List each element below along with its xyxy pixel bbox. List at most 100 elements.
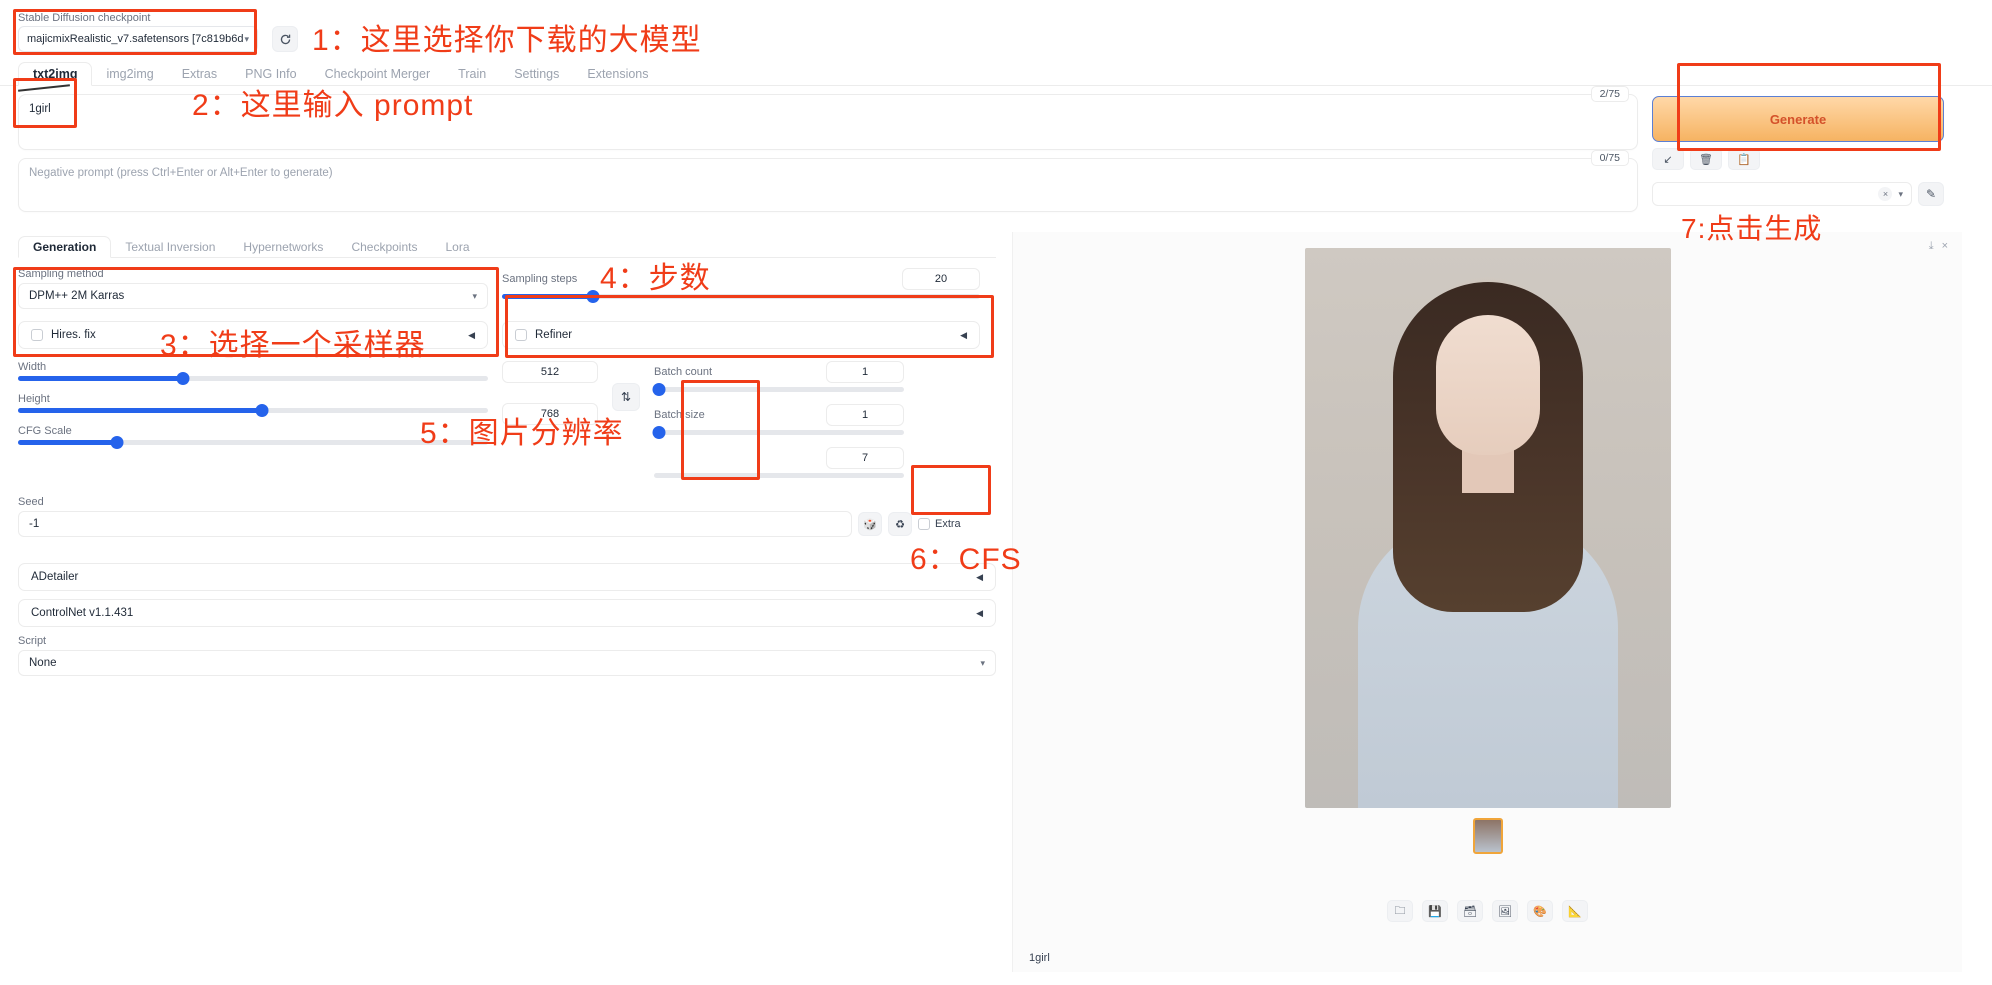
- hires-fix-label: Hires. fix: [51, 329, 96, 341]
- width-number-field[interactable]: 512: [502, 361, 598, 383]
- script-field: Script None ▾: [18, 635, 996, 676]
- sampling-method-dropdown[interactable]: DPM++ 2M Karras ▾: [18, 283, 488, 309]
- save-icon[interactable]: 💾: [1422, 900, 1448, 922]
- collapse-arrow-icon[interactable]: ◀: [468, 330, 475, 341]
- dice-icon[interactable]: 🎲: [858, 512, 882, 536]
- subtab-generation[interactable]: Generation: [18, 236, 111, 258]
- gallery-thumbnail[interactable]: [1473, 818, 1503, 854]
- slider-knob[interactable]: [586, 290, 599, 303]
- tab-png-info[interactable]: PNG Info: [231, 63, 310, 85]
- parameters-panel: Generation Textual Inversion Hypernetwor…: [18, 232, 996, 972]
- slider-knob[interactable]: [110, 436, 123, 449]
- tab-extras[interactable]: Extras: [168, 63, 231, 85]
- collapse-arrow-icon[interactable]: ◀: [976, 608, 983, 619]
- prompt-token-counter: 2/75: [1591, 86, 1629, 102]
- extra-seed-toggle[interactable]: Extra: [918, 518, 961, 530]
- height-slider[interactable]: [18, 408, 488, 413]
- subtab-lora[interactable]: Lora: [431, 237, 483, 257]
- height-value[interactable]: 768: [502, 403, 598, 425]
- negative-prompt-input[interactable]: Negative prompt (press Ctrl+Enter or Alt…: [18, 158, 1638, 212]
- cfg-scale-slider[interactable]: [18, 440, 488, 445]
- batch-count-label: Batch count: [654, 366, 712, 378]
- width-slider[interactable]: [18, 376, 488, 381]
- slider-knob[interactable]: [653, 426, 666, 439]
- adetailer-accordion[interactable]: ADetailer ◀: [18, 563, 996, 591]
- seed-input[interactable]: -1: [18, 511, 852, 537]
- sampling-steps-label: Sampling steps: [502, 273, 577, 285]
- generated-image-wrap: [1025, 240, 1950, 808]
- tab-extensions[interactable]: Extensions: [573, 63, 662, 85]
- recycle-icon[interactable]: ♻: [888, 512, 912, 536]
- batch-count-field: Batch count 1: [654, 361, 904, 392]
- script-dropdown[interactable]: None ▾: [18, 650, 996, 676]
- styles-dropdown[interactable]: × ▾: [1652, 182, 1912, 206]
- send-to-img2img-icon[interactable]: 🖼: [1492, 900, 1518, 922]
- controlnet-accordion[interactable]: ControlNet v1.1.431 ◀: [18, 599, 996, 627]
- checkpoint-selector[interactable]: Stable Diffusion checkpoint majicmixReal…: [18, 12, 258, 52]
- height-number-field[interactable]: 768: [502, 403, 598, 425]
- workspace: Generation Textual Inversion Hypernetwor…: [0, 220, 1992, 972]
- width-value[interactable]: 512: [502, 361, 598, 383]
- chevron-down-icon: ▾: [980, 658, 985, 669]
- sampling-steps-value[interactable]: 20: [902, 268, 980, 290]
- batch-count-value[interactable]: 1: [826, 361, 904, 383]
- generated-image[interactable]: [1305, 248, 1671, 808]
- close-icon[interactable]: ×: [1878, 187, 1892, 201]
- edit-styles-button[interactable]: ✎: [1918, 182, 1944, 206]
- slider-knob[interactable]: [653, 383, 666, 396]
- height-label: Height: [18, 393, 488, 405]
- refiner-accordion[interactable]: Refiner ◀: [502, 321, 980, 349]
- slider-knob[interactable]: [256, 404, 269, 417]
- image-region-face: [1436, 315, 1540, 455]
- cfg-scale-value[interactable]: 7: [826, 447, 904, 469]
- tab-img2img[interactable]: img2img: [92, 63, 167, 85]
- hires-fix-checkbox[interactable]: [31, 329, 43, 341]
- width-label: Width: [18, 361, 488, 373]
- prompt-input[interactable]: 1girl 2/75: [18, 94, 1638, 150]
- swap-dimensions-button[interactable]: ⇅: [612, 383, 640, 411]
- sampling-steps-slider[interactable]: [502, 294, 980, 299]
- adetailer-label: ADetailer: [31, 571, 78, 583]
- collapse-arrow-icon[interactable]: ◀: [976, 572, 983, 583]
- subtab-hypernetworks[interactable]: Hypernetworks: [229, 237, 337, 257]
- gallery-caption: 1girl: [1025, 952, 1950, 964]
- cfg-scale-field: CFG Scale: [18, 425, 488, 445]
- refiner-label: Refiner: [535, 329, 572, 341]
- checkpoint-dropdown[interactable]: majicmixRealistic_v7.safetensors [7c819b…: [18, 26, 258, 52]
- sampling-steps-field: Sampling steps 20: [502, 268, 980, 299]
- folder-icon[interactable]: 🗀: [1387, 900, 1413, 922]
- refiner-checkbox[interactable]: [515, 329, 527, 341]
- seed-section: Seed -1 🎲 ♻ Extra: [18, 496, 996, 537]
- batch-size-value[interactable]: 1: [826, 404, 904, 426]
- stable-diffusion-webui: Stable Diffusion checkpoint majicmixReal…: [0, 0, 1992, 985]
- generate-button[interactable]: Generate: [1652, 96, 1944, 142]
- download-icon[interactable]: ⤓: [1929, 240, 1934, 253]
- tab-settings[interactable]: Settings: [500, 63, 573, 85]
- subtab-textual-inversion[interactable]: Textual Inversion: [111, 237, 229, 257]
- slider-fill: [18, 440, 117, 445]
- extra-checkbox[interactable]: [918, 518, 930, 530]
- batch-count-slider[interactable]: [654, 387, 904, 392]
- zip-icon[interactable]: 🗃: [1457, 900, 1483, 922]
- slider-knob[interactable]: [176, 372, 189, 385]
- main-tabbar: txt2img img2img Extras PNG Info Checkpoi…: [0, 58, 1992, 86]
- send-to-extras-icon[interactable]: 📐: [1562, 900, 1588, 922]
- paste-icon[interactable]: 📋: [1728, 148, 1760, 170]
- batch-size-field: Batch size 1: [654, 404, 904, 435]
- hires-fix-accordion[interactable]: Hires. fix ◀: [18, 321, 488, 349]
- send-to-inpaint-icon[interactable]: 🎨: [1527, 900, 1553, 922]
- collapse-arrow-icon[interactable]: ◀: [960, 330, 967, 341]
- subtab-checkpoints[interactable]: Checkpoints: [337, 237, 431, 257]
- tab-train[interactable]: Train: [444, 63, 500, 85]
- tab-checkpoint-merger[interactable]: Checkpoint Merger: [311, 63, 445, 85]
- batch-size-slider[interactable]: [654, 430, 904, 435]
- tab-txt2img[interactable]: txt2img: [18, 62, 92, 86]
- checkpoint-row: Stable Diffusion checkpoint majicmixReal…: [0, 0, 1992, 58]
- trash-icon[interactable]: 🗑: [1690, 148, 1722, 170]
- extra-label: Extra: [935, 518, 961, 530]
- interrupt-icon[interactable]: ↙: [1652, 148, 1684, 170]
- close-icon[interactable]: ×: [1942, 240, 1948, 253]
- sampling-method-label: Sampling method: [18, 268, 488, 280]
- refresh-checkpoints-button[interactable]: [272, 26, 298, 52]
- output-panel: ⤓ × 🗀 💾 🗃: [1012, 232, 1962, 972]
